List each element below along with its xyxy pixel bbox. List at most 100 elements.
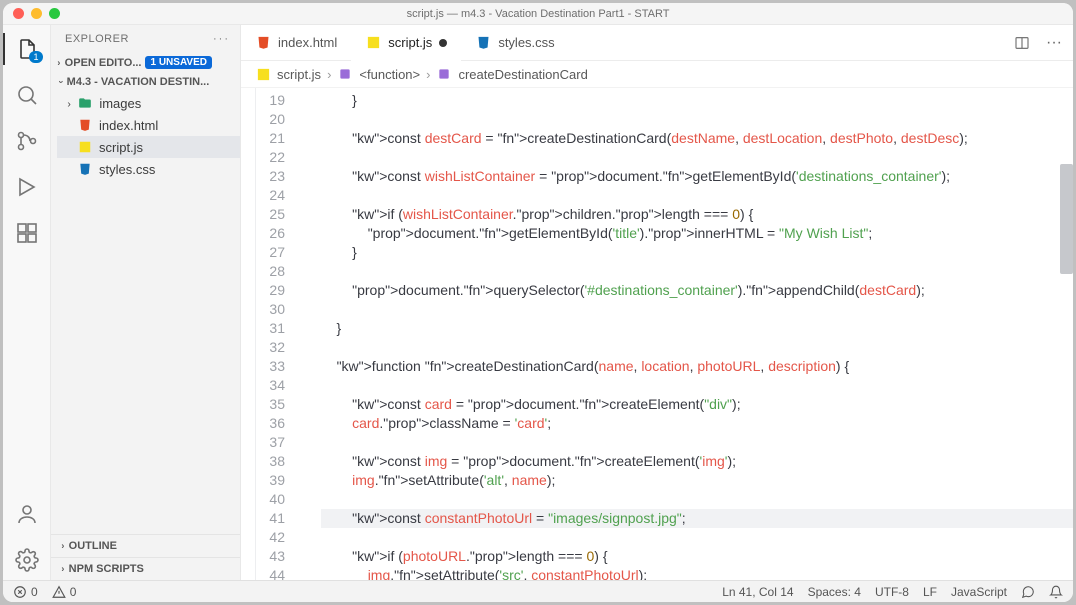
search-icon[interactable] <box>15 83 39 107</box>
code-line[interactable] <box>321 490 1073 509</box>
tab-label: index.html <box>278 35 337 50</box>
breadcrumb-func[interactable]: <function> <box>359 67 420 82</box>
gutter: 1920212223242526272829303132333435363738… <box>241 88 295 580</box>
sidebar-title: EXPLORER <box>65 33 129 45</box>
tab-styles[interactable]: styles.css <box>461 25 568 60</box>
code-line[interactable]: "kw">function "fn">createDestinationCard… <box>321 357 1073 376</box>
cursor-position[interactable]: Ln 41, Col 14 <box>722 585 793 599</box>
chevron-right-icon: › <box>57 58 60 68</box>
outline-section[interactable]: › OUTLINE <box>51 534 240 557</box>
tree-file-script[interactable]: script.js <box>57 136 240 158</box>
body: 1 EXPLORER ··· <box>3 25 1073 580</box>
run-debug-icon[interactable] <box>15 175 39 199</box>
npm-label: NPM SCRIPTS <box>69 563 144 575</box>
minimap-scrollbar[interactable] <box>1059 88 1073 580</box>
split-editor-icon[interactable] <box>1009 30 1035 56</box>
code-line[interactable] <box>321 376 1073 395</box>
code-line[interactable]: img."fn">setAttribute('src', constantPho… <box>321 566 1073 580</box>
file-tree: › images index.html script.js styles.css <box>51 92 240 180</box>
language-mode[interactable]: JavaScript <box>951 585 1007 599</box>
explorer-icon[interactable]: 1 <box>15 37 39 61</box>
error-count: 0 <box>31 585 38 599</box>
chevron-right-icon: › <box>426 67 430 82</box>
source-control-icon[interactable] <box>15 129 39 153</box>
code-line[interactable] <box>321 262 1073 281</box>
indent-setting[interactable]: Spaces: 4 <box>808 585 861 599</box>
tree-label: index.html <box>99 118 158 133</box>
open-editors-section[interactable]: › OPEN EDITO... 1 UNSAVED <box>51 53 240 72</box>
code-line[interactable] <box>321 148 1073 167</box>
code-line[interactable]: } <box>321 243 1073 262</box>
breadcrumb-file[interactable]: script.js <box>277 67 321 82</box>
window: script.js — m4.3 - Vacation Destination … <box>3 3 1073 602</box>
code-content[interactable]: } "kw">const destCard = "fn">createDesti… <box>295 88 1073 580</box>
css-file-icon <box>77 161 93 177</box>
chevron-right-icon: › <box>327 67 331 82</box>
code-line[interactable]: "kw">const constantPhotoUrl = "images/si… <box>321 509 1073 528</box>
editor-area: index.html script.js styles.css ··· <box>241 25 1073 580</box>
tab-index[interactable]: index.html <box>241 25 351 60</box>
code-line[interactable] <box>321 186 1073 205</box>
code-line[interactable]: img."fn">setAttribute('alt', name); <box>321 471 1073 490</box>
code-line[interactable]: } <box>321 319 1073 338</box>
window-title: script.js — m4.3 - Vacation Destination … <box>3 8 1073 20</box>
code-line[interactable]: } <box>321 91 1073 110</box>
code-line[interactable]: "prop">document."fn">getElementById('tit… <box>321 224 1073 243</box>
folder-header[interactable]: › M4.3 - VACATION DESTIN... <box>51 72 240 92</box>
sidebar-more-icon[interactable]: ··· <box>213 33 230 45</box>
code-line[interactable] <box>321 433 1073 452</box>
titlebar: script.js — m4.3 - Vacation Destination … <box>3 3 1073 25</box>
chevron-right-icon: › <box>67 97 70 109</box>
activity-bar: 1 <box>3 25 51 580</box>
extensions-icon[interactable] <box>15 221 39 245</box>
code-line[interactable]: "kw">if (photoURL."prop">length === 0) { <box>321 547 1073 566</box>
breadcrumb[interactable]: script.js › <function> › createDestinati… <box>241 61 1073 88</box>
code-line[interactable]: "kw">const card = "prop">document."fn">c… <box>321 395 1073 414</box>
tab-more-icon[interactable]: ··· <box>1041 30 1067 56</box>
eol[interactable]: LF <box>923 585 937 599</box>
npm-section[interactable]: › NPM SCRIPTS <box>51 557 240 580</box>
code-line[interactable]: card."prop">className = 'card'; <box>321 414 1073 433</box>
code-line[interactable] <box>321 528 1073 547</box>
warnings-icon[interactable]: 0 <box>52 585 77 599</box>
tree-label: script.js <box>99 140 143 155</box>
code-line[interactable]: "prop">document."fn">querySelector('#des… <box>321 281 1073 300</box>
code-line[interactable]: "kw">const wishListContainer = "prop">do… <box>321 167 1073 186</box>
code-line[interactable] <box>321 110 1073 129</box>
tree-file-styles[interactable]: styles.css <box>57 158 240 180</box>
js-file-icon <box>77 139 93 155</box>
status-bar: 0 0 Ln 41, Col 14 Spaces: 4 UTF-8 LF Jav… <box>3 580 1073 602</box>
chevron-right-icon: › <box>61 564 64 574</box>
chevron-right-icon: › <box>61 541 64 551</box>
feedback-icon[interactable] <box>1021 585 1035 599</box>
tree-file-index[interactable]: index.html <box>57 114 240 136</box>
function-icon <box>337 66 353 82</box>
tree-label: images <box>99 96 141 111</box>
code-line[interactable]: "kw">const destCard = "fn">createDestina… <box>321 129 1073 148</box>
sidebar: EXPLORER ··· › OPEN EDITO... 1 UNSAVED ›… <box>51 25 241 580</box>
unsaved-badge: 1 UNSAVED <box>145 56 212 69</box>
code-line[interactable] <box>321 338 1073 357</box>
account-icon[interactable] <box>15 502 39 526</box>
folder-icon <box>77 95 93 111</box>
css-file-icon <box>475 35 491 51</box>
open-editors-label: OPEN EDITO... <box>65 57 142 69</box>
code-line[interactable]: "kw">const img = "prop">document."fn">cr… <box>321 452 1073 471</box>
tab-script[interactable]: script.js <box>351 25 461 60</box>
chevron-down-icon: › <box>56 81 66 84</box>
bell-icon[interactable] <box>1049 585 1063 599</box>
breadcrumb-symbol[interactable]: createDestinationCard <box>458 67 587 82</box>
tree-folder-images[interactable]: › images <box>57 92 240 114</box>
folder-name: M4.3 - VACATION DESTIN... <box>67 76 210 88</box>
tab-label: styles.css <box>498 35 554 50</box>
code-editor[interactable]: 1920212223242526272829303132333435363738… <box>241 88 1073 580</box>
encoding[interactable]: UTF-8 <box>875 585 909 599</box>
code-line[interactable] <box>321 300 1073 319</box>
code-line[interactable]: "kw">if (wishListContainer."prop">childr… <box>321 205 1073 224</box>
tab-bar: index.html script.js styles.css ··· <box>241 25 1073 61</box>
scrollbar-thumb[interactable] <box>1060 164 1073 274</box>
errors-icon[interactable]: 0 <box>13 585 38 599</box>
modified-dot-icon <box>439 39 447 47</box>
js-file-icon <box>365 35 381 51</box>
settings-gear-icon[interactable] <box>15 548 39 572</box>
